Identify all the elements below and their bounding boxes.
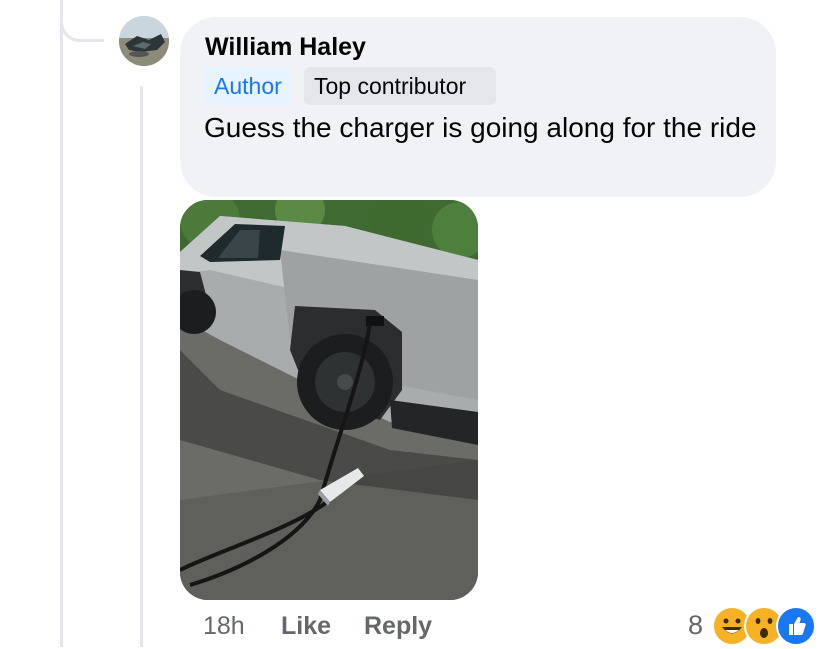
thread-line-outer — [60, 0, 63, 647]
like-button[interactable]: Like — [281, 612, 331, 641]
like-icon — [776, 606, 816, 646]
author-badge: Author — [204, 67, 290, 105]
comment-timestamp[interactable]: 18h — [203, 612, 245, 641]
avatar[interactable] — [119, 16, 169, 66]
cybertruck-charging-photo — [180, 200, 478, 600]
reaction-count[interactable]: 8 — [688, 610, 703, 641]
thread-connector — [60, 0, 104, 42]
avatar-image — [119, 16, 169, 66]
comment-text: Guess the charger is going along for the… — [204, 112, 757, 143]
thread-line-inner — [140, 86, 143, 647]
comment-bubble: William Haley Author Top contributor Gue… — [180, 17, 776, 197]
author-name[interactable]: William Haley — [205, 33, 366, 62]
reaction-summary[interactable] — [712, 606, 816, 646]
reply-button[interactable]: Reply — [364, 612, 432, 641]
comment-photo[interactable] — [180, 200, 478, 600]
top-contributor-badge: Top contributor — [304, 67, 496, 105]
